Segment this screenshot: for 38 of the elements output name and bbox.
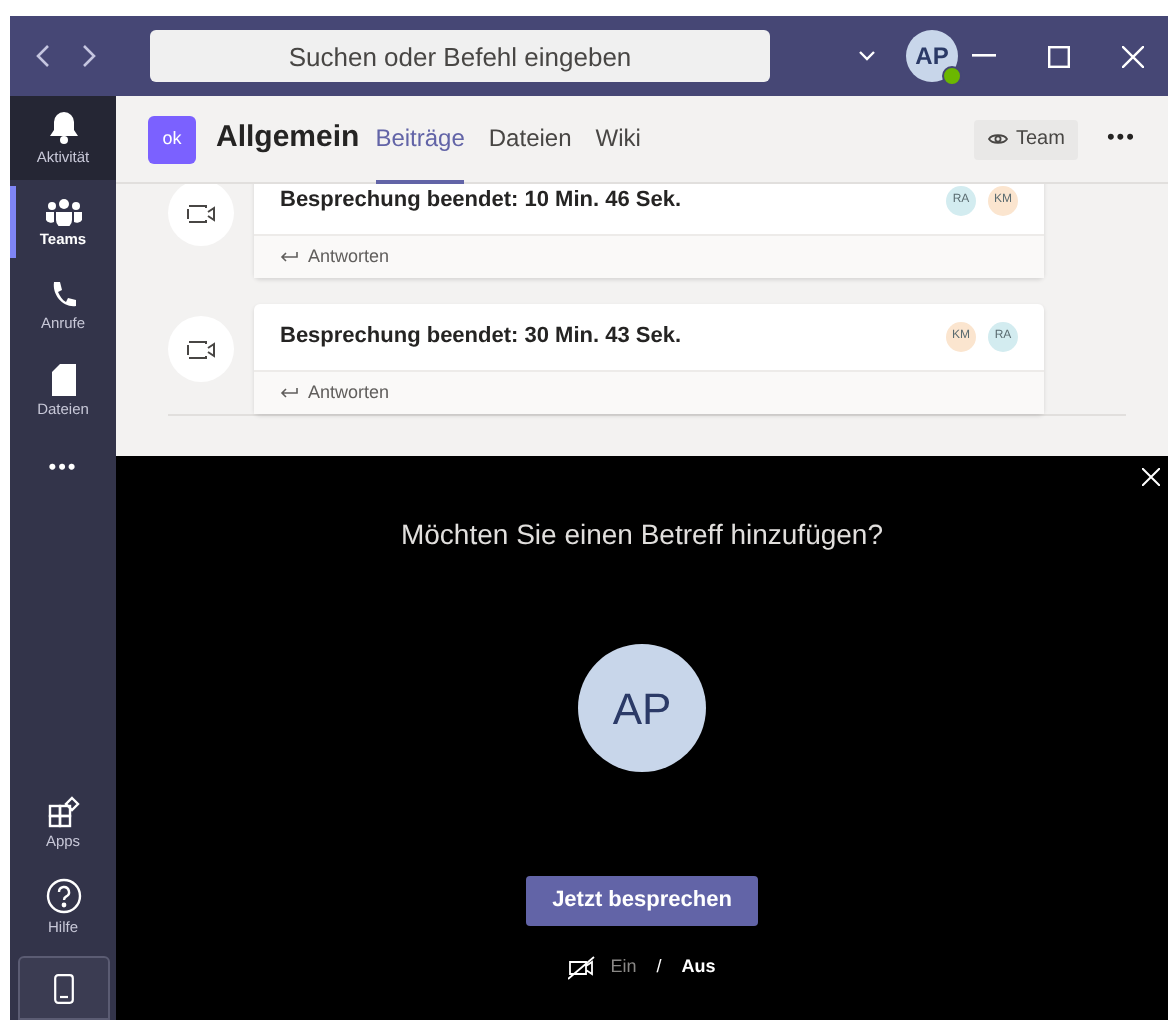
channel-tab[interactable]: Wiki bbox=[595, 95, 641, 183]
maximize-icon[interactable] bbox=[1048, 45, 1070, 67]
mobile-device-button[interactable] bbox=[17, 956, 109, 1020]
reply-arrow-icon bbox=[280, 387, 298, 399]
channel-tab[interactable]: Dateien bbox=[488, 95, 572, 183]
phone-icon bbox=[49, 280, 77, 311]
more-options-button[interactable]: ••• bbox=[1106, 122, 1136, 156]
apps-icon bbox=[47, 795, 79, 828]
camera-off-option[interactable]: Aus bbox=[681, 954, 716, 981]
reply-link[interactable]: Antworten bbox=[254, 234, 1044, 278]
more-apps-button[interactable]: ••• bbox=[48, 432, 78, 504]
message-text: Besprechung beendet: 10 Min. 46 Sek. bbox=[280, 186, 682, 217]
video-call-icon bbox=[168, 184, 234, 246]
chevron-down-icon[interactable] bbox=[858, 50, 876, 62]
user-avatar: AP bbox=[578, 644, 706, 772]
close-icon[interactable] bbox=[1122, 45, 1144, 67]
start-meeting-button[interactable]: Jetzt besprechen bbox=[526, 876, 758, 926]
eye-icon bbox=[987, 132, 1008, 146]
camera-off-icon bbox=[568, 955, 597, 980]
help-icon bbox=[45, 877, 81, 914]
reply-arrow-icon bbox=[280, 251, 298, 263]
separator-slash: / bbox=[656, 954, 662, 980]
people-icon bbox=[45, 197, 81, 226]
phone-device-icon bbox=[53, 973, 73, 1003]
team-button[interactable]: Team bbox=[973, 119, 1079, 159]
minimize-icon[interactable] bbox=[972, 54, 996, 58]
bell-icon bbox=[47, 110, 79, 145]
file-icon bbox=[51, 363, 75, 396]
team-avatar: ok bbox=[148, 115, 196, 163]
search-field[interactable]: Suchen oder Befehl eingeben bbox=[150, 30, 770, 82]
close-icon[interactable] bbox=[1142, 468, 1160, 486]
subject-prompt: Möchten Sie einen Betreff hinzufügen? bbox=[400, 516, 884, 554]
user-avatar[interactable]: AP bbox=[906, 30, 958, 82]
channel-name: Allgemein bbox=[216, 118, 360, 159]
camera-on-option[interactable]: Ein bbox=[610, 954, 637, 981]
video-call-icon bbox=[168, 316, 234, 382]
reply-link[interactable]: Antworten bbox=[254, 370, 1044, 414]
message-text: Besprechung beendet: 30 Min. 43 Sek. bbox=[280, 322, 682, 353]
